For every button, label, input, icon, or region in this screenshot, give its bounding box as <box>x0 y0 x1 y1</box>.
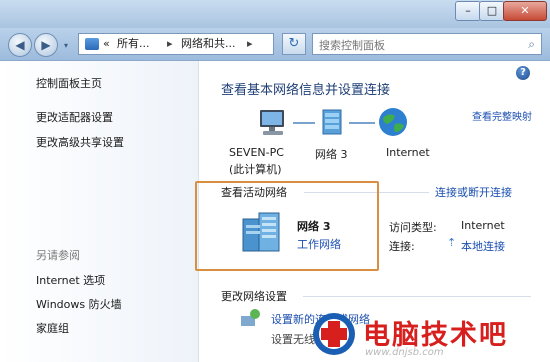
sidebar-item-adapter-settings[interactable]: 更改适配器设置 <box>36 109 113 125</box>
forward-arrow-icon: ▶ <box>41 38 51 52</box>
connection-icon: ⇡ <box>447 236 457 249</box>
connection-line <box>293 122 315 124</box>
access-type-value: Internet <box>461 219 505 232</box>
connect-disconnect-link[interactable]: 连接或断开连接 <box>435 184 512 200</box>
close-icon: ✕ <box>520 4 530 17</box>
local-connection-link[interactable]: 本地连接 <box>461 238 505 254</box>
sidebar-item-homegroup[interactable]: 家庭组 <box>36 320 69 336</box>
connection-line <box>349 122 375 124</box>
divider <box>303 296 531 297</box>
help-icon: ? <box>520 67 526 78</box>
help-button[interactable]: ? <box>516 66 530 80</box>
recent-pages-button[interactable]: ▾ <box>60 33 72 55</box>
page-title: 查看基本网络信息并设置连接 <box>221 83 391 98</box>
breadcrumb-network-sharing[interactable]: 网络和共... <box>181 34 236 54</box>
navigation-bar: ◀ ▶ ▾ « 所有... ▸ 网络和共... ▸ ↻ ⌕ <box>0 28 550 61</box>
refresh-icon: ↻ <box>288 36 300 51</box>
sidebar: 控制面板主页 更改适配器设置 更改高级共享设置 另请参阅 Internet 选项… <box>0 61 199 362</box>
connections-label: 连接: <box>389 240 415 253</box>
highlight-box <box>195 181 379 271</box>
network-name: 网络 3 <box>297 220 331 233</box>
change-settings-heading: 更改网络设置 <box>221 290 287 303</box>
watermark-logo-icon <box>313 313 355 355</box>
watermark: 电脑技术吧 www.dnjsb.com <box>305 307 550 362</box>
network-icon <box>322 109 342 135</box>
close-button[interactable]: ✕ <box>503 1 547 21</box>
maximize-icon: □ <box>486 4 498 17</box>
back-arrow-icon: ◀ <box>15 38 25 52</box>
breadcrumb-arrow-icon[interactable]: ▸ <box>167 34 173 54</box>
breadcrumb-all[interactable]: 所有... <box>117 34 150 54</box>
sidebar-item-windows-firewall[interactable]: Windows 防火墙 <box>36 296 122 312</box>
network-building-icon <box>242 212 280 252</box>
see-also-heading: 另请参阅 <box>36 249 80 262</box>
node-label-internet: Internet <box>386 146 430 159</box>
forward-button[interactable]: ▶ <box>34 33 58 57</box>
computer-icon <box>260 110 284 135</box>
access-type-label: 访问类型: <box>389 221 437 234</box>
address-bar[interactable]: « 所有... ▸ 网络和共... ▸ <box>78 33 274 55</box>
breadcrumb-arrow-icon[interactable]: ▸ <box>247 34 253 54</box>
refresh-button[interactable]: ↻ <box>282 33 306 55</box>
control-panel-icon <box>85 38 99 50</box>
globe-icon <box>379 108 407 136</box>
minimize-icon: – <box>465 4 471 17</box>
network-type-link[interactable]: 工作网络 <box>297 236 341 252</box>
title-bar: – □ ✕ <box>0 0 550 28</box>
view-full-map-link[interactable]: 查看完整映射 <box>472 108 532 123</box>
sidebar-item-internet-options[interactable]: Internet 选项 <box>36 272 105 288</box>
minimize-button[interactable]: – <box>455 1 481 21</box>
node-label-network: 网络 3 <box>315 148 348 161</box>
node-label-computer: SEVEN-PC <box>229 146 284 159</box>
search-box[interactable]: ⌕ <box>312 33 542 55</box>
chevron-down-icon: ▾ <box>63 41 68 50</box>
maximize-button[interactable]: □ <box>479 1 505 21</box>
address-overflow[interactable]: « <box>103 34 110 54</box>
sidebar-item-advanced-sharing[interactable]: 更改高级共享设置 <box>36 134 124 150</box>
setup-connection-icon <box>241 309 260 326</box>
back-button[interactable]: ◀ <box>8 33 32 57</box>
search-input[interactable] <box>317 35 521 55</box>
search-icon[interactable]: ⌕ <box>528 37 535 52</box>
node-label-computer-sub: (此计算机) <box>229 163 282 176</box>
watermark-url: www.dnjsb.com <box>365 347 444 358</box>
sidebar-item-control-panel-home[interactable]: 控制面板主页 <box>36 75 102 91</box>
